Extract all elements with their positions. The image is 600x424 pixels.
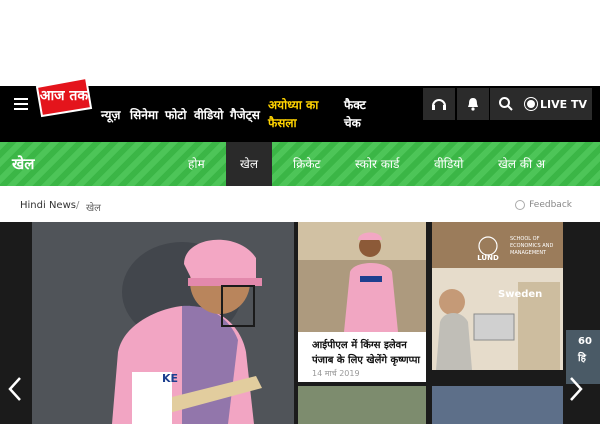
search-button[interactable] [490,88,522,120]
nav-news[interactable]: न्यूज़ [101,106,120,123]
nav-fact-check-line1: फैक्ट [344,98,366,112]
carousel-next-button[interactable] [566,374,586,404]
headphones-icon [432,99,446,110]
hamburger-menu-icon[interactable] [14,98,28,110]
live-dot-icon [527,100,535,108]
news-card[interactable] [298,386,426,424]
nav-fact-check-line2: चेक [344,116,361,130]
nav-fact-check[interactable]: फैक्ट चेक [344,96,366,132]
card-title[interactable]: आईपीएल में किंग्स इलेवन पंजाब के लिए खेल… [312,338,426,368]
news-card[interactable] [432,386,563,424]
card-image [298,222,426,332]
bell-icon [468,98,478,111]
news-card[interactable]: आईपीएल में किंग्स इलेवन पंजाब के लिए खेल… [298,222,426,382]
hero-story-image[interactable]: KE [32,222,294,424]
live-tv-label: LIVE TV [540,97,587,111]
partial-card-line1: 60 [578,336,592,347]
partial-card-line2: हि [578,353,586,364]
podcast-button[interactable] [423,88,455,120]
tab-khel[interactable]: खेल [226,142,272,186]
feedback-icon [515,200,526,210]
featured-carousel: KE आईपीएल में किंग्स इलेवन पंजाब के लिए … [0,222,600,424]
tab-scorecard[interactable]: स्कोर कार्ड [355,142,399,186]
ad-text: SCHOOL OF ECONOMICS AND MANAGEMENT [510,236,554,256]
ad-brand: LUND [477,254,499,262]
nav-video[interactable]: वीडियो [194,106,223,123]
chevron-left-icon [8,377,21,401]
tab-video[interactable]: वीडियो [434,142,463,186]
top-navigation: आज तक न्यूज़ सिनेमा फोटो वीडियो गैजेट्स … [0,76,600,142]
nav-gadgets[interactable]: गैजेट्स [230,106,260,123]
tab-home[interactable]: होम [188,142,205,186]
chevron-right-icon [570,377,583,401]
live-tv-button[interactable]: LIVE TV [522,88,592,120]
breadcrumb-current: खेल [86,203,101,214]
nav-ayodhya-verdict[interactable]: अयोध्या का फैसला [268,96,318,132]
nav-ayodhya-line1: अयोध्या का [268,98,319,112]
section-title: खेल [12,155,35,173]
aajtak-logo[interactable]: आज तक [34,74,94,120]
breadcrumb-home[interactable]: Hindi News [20,200,76,211]
nav-ayodhya-line2: फैसला [268,116,297,130]
carousel-prev-button[interactable] [5,374,25,404]
logo-text: आज तक [40,88,90,104]
section-bar: खेल होम खेल क्रिकेट स्कोर कार्ड वीडियो ख… [0,142,600,186]
notifications-button[interactable] [457,88,489,120]
feedback-link[interactable]: Feedback [515,200,572,210]
nav-photo[interactable]: फोटो [165,106,187,123]
svg-text:KE: KE [162,372,178,385]
breadcrumb-separator: / [76,200,80,211]
tab-cricket[interactable]: क्रिकेट [293,142,321,186]
cricketer-illustration: KE [32,222,294,424]
card-date: 14 मार्च 2019 [312,369,360,378]
search-icon [499,97,513,111]
ad-country: Sweden [498,289,543,300]
nav-cinema[interactable]: सिनेमा [130,106,158,123]
tab-khel-more[interactable]: खेल की अ [498,142,545,186]
ad-card[interactable]: LUND SCHOOL OF ECONOMICS AND MANAGEMENT … [432,222,563,370]
breadcrumb: Hindi News / खेल Feedback [0,186,600,224]
feedback-label: Feedback [529,200,572,210]
